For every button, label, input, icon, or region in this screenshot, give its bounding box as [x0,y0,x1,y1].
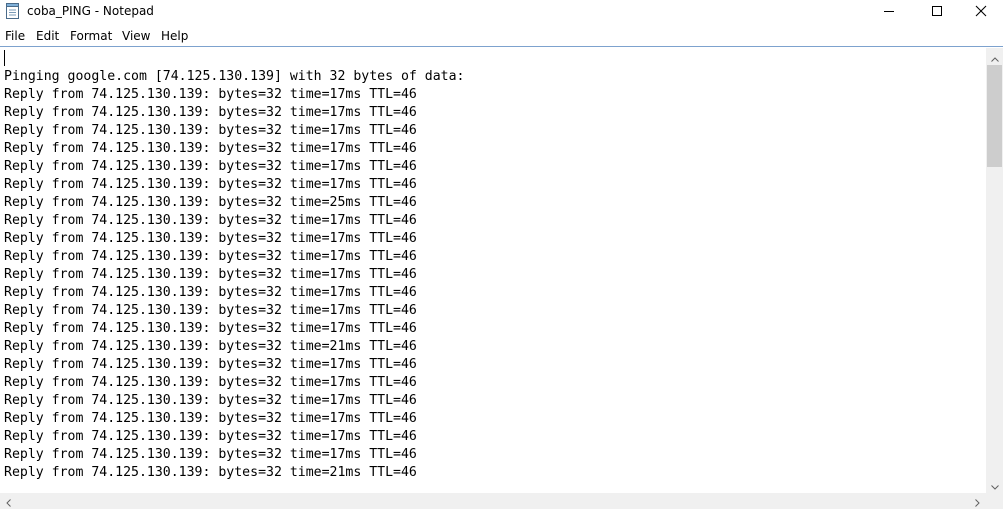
scroll-up-button[interactable] [986,48,1003,65]
maximize-button[interactable] [914,0,960,22]
vertical-scrollbar[interactable] [986,48,1003,493]
vertical-scroll-thumb[interactable] [987,65,1002,167]
text-line: Reply from 74.125.130.139: bytes=32 time… [4,393,417,408]
scroll-left-button[interactable] [0,493,17,509]
text-line: Reply from 74.125.130.139: bytes=32 time… [4,105,417,120]
maximize-icon [932,6,942,16]
menu-file[interactable]: File [4,28,26,44]
close-button[interactable] [958,0,1003,22]
text-line: Reply from 74.125.130.139: bytes=32 time… [4,375,417,390]
minimize-icon [884,6,894,16]
text-line: Reply from 74.125.130.139: bytes=32 time… [4,429,417,444]
text-line: Reply from 74.125.130.139: bytes=32 time… [4,213,417,228]
scroll-down-button[interactable] [986,476,1003,493]
text-caret [4,50,5,66]
text-line: Reply from 74.125.130.139: bytes=32 time… [4,447,417,462]
text-line: Reply from 74.125.130.139: bytes=32 time… [4,411,417,426]
text-line: Reply from 74.125.130.139: bytes=32 time… [4,465,417,480]
text-line: Reply from 74.125.130.139: bytes=32 time… [4,249,417,264]
menu-view[interactable]: View [121,28,151,44]
close-icon [975,5,987,17]
text-editor[interactable]: Pinging google.com [74.125.130.139] with… [0,48,986,493]
editor-text: Pinging google.com [74.125.130.139] with… [4,68,465,482]
scrollbar-corner [986,493,1003,509]
text-line: Reply from 74.125.130.139: bytes=32 time… [4,267,417,282]
minimize-button[interactable] [866,0,912,22]
chevron-left-icon [6,492,11,511]
text-line: Reply from 74.125.130.139: bytes=32 time… [4,123,417,138]
scroll-right-button[interactable] [969,493,986,509]
text-line: Reply from 74.125.130.139: bytes=32 time… [4,87,417,102]
horizontal-scrollbar[interactable] [0,493,986,509]
text-line: Reply from 74.125.130.139: bytes=32 time… [4,141,417,156]
text-line: Pinging google.com [74.125.130.139] with… [4,69,465,84]
chevron-down-icon [990,475,999,494]
window-title: coba_PING - Notepad [27,4,154,18]
text-line: Reply from 74.125.130.139: bytes=32 time… [4,321,417,336]
menu-edit[interactable]: Edit [35,28,60,44]
text-line: Reply from 74.125.130.139: bytes=32 time… [4,357,417,372]
menu-bar: File Edit Format View Help [0,26,1003,47]
text-line: Reply from 74.125.130.139: bytes=32 time… [4,195,417,210]
title-bar[interactable]: coba_PING - Notepad [0,0,1003,24]
text-line: Reply from 74.125.130.139: bytes=32 time… [4,159,417,174]
notepad-icon [6,3,20,19]
chevron-up-icon [990,47,999,66]
text-line: Reply from 74.125.130.139: bytes=32 time… [4,339,417,354]
chevron-right-icon [975,492,980,511]
text-line: Reply from 74.125.130.139: bytes=32 time… [4,231,417,246]
menu-format[interactable]: Format [69,28,113,44]
text-line: Reply from 74.125.130.139: bytes=32 time… [4,285,417,300]
text-line: Reply from 74.125.130.139: bytes=32 time… [4,177,417,192]
menu-help[interactable]: Help [160,28,189,44]
text-line: Reply from 74.125.130.139: bytes=32 time… [4,303,417,318]
